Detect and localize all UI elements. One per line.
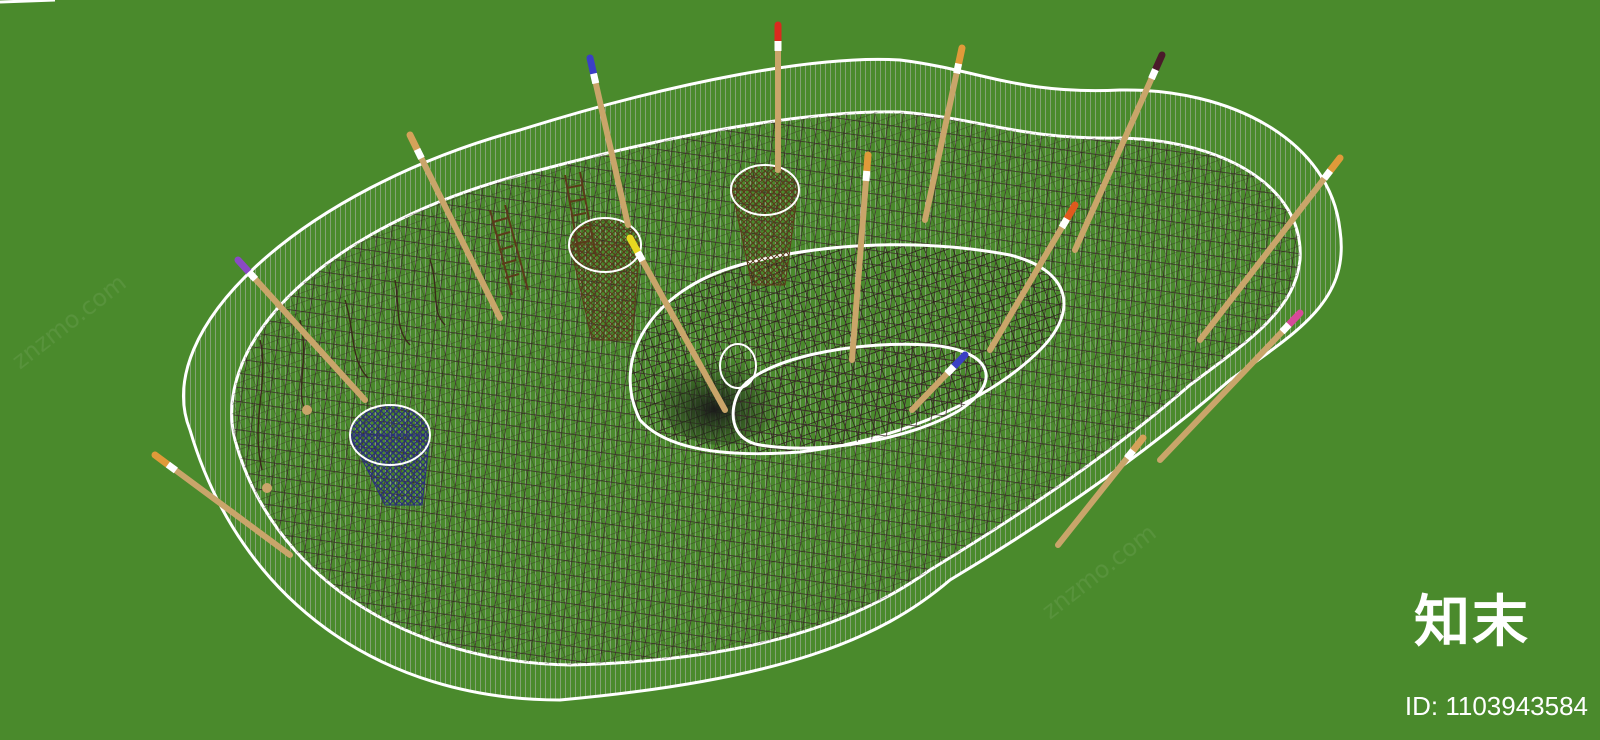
pole-dark-band	[1148, 68, 1159, 81]
corner-edge-line	[0, 0, 56, 4]
pole-red-mid-band	[1058, 217, 1070, 230]
hanging-ball-1	[302, 405, 312, 415]
pole-orange-left-band	[165, 461, 178, 474]
pole-purple-band	[246, 269, 259, 282]
pole-orange-front-left-band	[413, 147, 425, 160]
pole-orange-center-band	[862, 170, 871, 182]
pole-blue-small-band	[944, 364, 957, 377]
watermark-id: ID: 1103943584	[1404, 691, 1588, 721]
hanging-ball-2	[262, 483, 272, 493]
pole-orange-right-band	[1321, 168, 1334, 181]
pole-yellow-band	[634, 250, 646, 263]
pole-orange-center-cap	[863, 151, 872, 175]
pole-blue-band	[590, 72, 600, 85]
watermark-logo: 知末	[1414, 590, 1530, 655]
pole-orange-top-cap	[955, 44, 966, 68]
pole-pink-band	[1279, 322, 1292, 335]
pole-blue-cap	[586, 54, 598, 78]
pole-tan-front-band	[1124, 448, 1136, 461]
net-playground-scene: znzmo.com znzmo.com	[0, 0, 1600, 740]
pole-orange-top-band	[953, 62, 963, 75]
